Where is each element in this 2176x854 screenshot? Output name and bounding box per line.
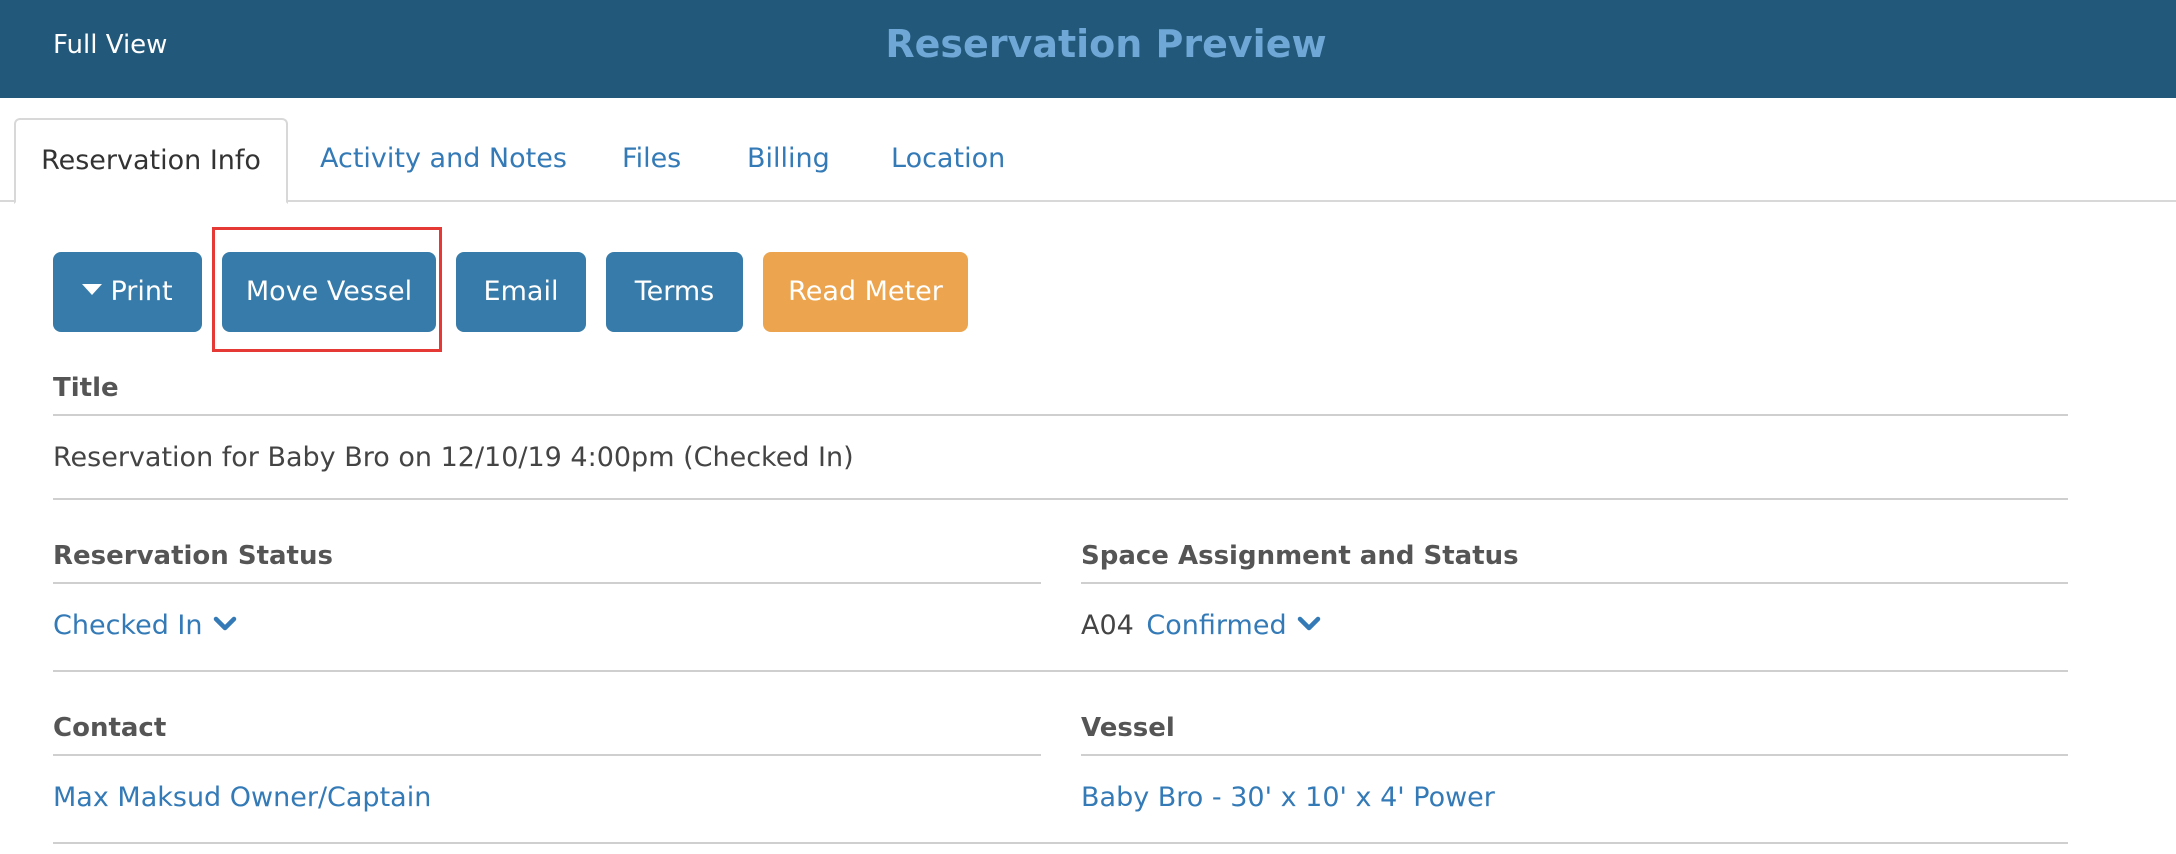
page-title: Reservation Preview	[885, 22, 1327, 66]
tab-billing[interactable]: Billing	[747, 118, 830, 200]
tab-divider	[0, 200, 2176, 202]
contact-row-divider	[53, 842, 2068, 844]
print-button-label: Print	[110, 276, 173, 307]
header-bar: Full View Reservation Preview	[0, 0, 2176, 98]
read-meter-button[interactable]: Read Meter	[763, 252, 968, 332]
space-status-value: Confirmed	[1146, 610, 1287, 641]
reservation-status-label: Reservation Status	[53, 541, 333, 571]
reservation-status-label-divider	[53, 582, 1041, 584]
title-label: Title	[53, 373, 119, 403]
tab-reservation-info[interactable]: Reservation Info	[14, 118, 288, 204]
reservation-title-value: Reservation for Baby Bro on 12/10/19 4:0…	[53, 442, 854, 473]
status-row-divider	[53, 670, 2068, 672]
chevron-down-icon	[213, 616, 236, 630]
highlight-box	[212, 227, 442, 352]
contact-label: Contact	[53, 713, 167, 743]
vessel-link[interactable]: Baby Bro - 30' x 10' x 4' Power	[1081, 782, 1495, 813]
vessel-label: Vessel	[1081, 713, 1175, 743]
terms-button[interactable]: Terms	[606, 252, 743, 332]
tab-bar: Reservation Info Activity and Notes File…	[0, 98, 2176, 204]
space-assignment-label: Space Assignment and Status	[1081, 541, 1519, 571]
vessel-label-divider	[1081, 754, 2068, 756]
space-id: A04	[1081, 610, 1134, 641]
space-assignment-label-divider	[1081, 582, 2068, 584]
title-value-divider	[53, 498, 2068, 500]
tab-files[interactable]: Files	[622, 118, 681, 200]
title-label-divider	[53, 414, 2068, 416]
reservation-status-dropdown[interactable]: Checked In	[53, 610, 237, 641]
chevron-down-icon	[1297, 616, 1320, 630]
space-status-dropdown[interactable]: Confirmed	[1146, 610, 1320, 641]
email-button[interactable]: Email	[456, 252, 586, 332]
print-button[interactable]: Print	[53, 252, 202, 332]
reservation-status-value: Checked In	[53, 610, 203, 641]
tab-activity-and-notes[interactable]: Activity and Notes	[320, 118, 567, 200]
caret-down-icon	[82, 284, 103, 295]
space-assignment-value: A04 Confirmed	[1081, 610, 1321, 641]
contact-link[interactable]: Max Maksud Owner/Captain	[53, 782, 431, 813]
contact-label-divider	[53, 754, 1041, 756]
tab-location[interactable]: Location	[891, 118, 1005, 200]
